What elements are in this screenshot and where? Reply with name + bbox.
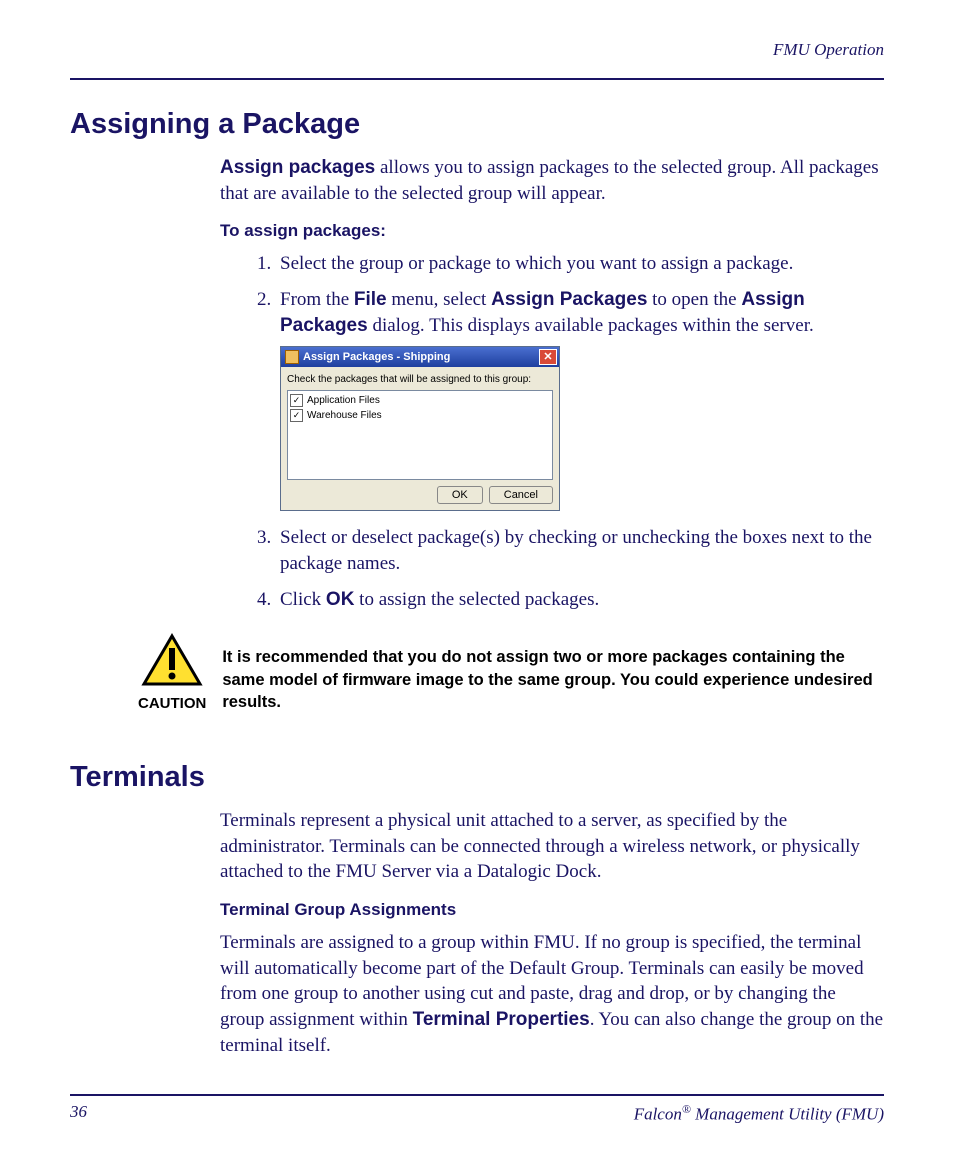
terminals-p1: Terminals represent a physical unit atta… [220, 808, 884, 885]
caution-icon [140, 632, 204, 688]
step-2-file: File [354, 289, 387, 310]
list-item-label: Application Files [307, 394, 380, 408]
list-item[interactable]: ✓ Application Files [290, 393, 550, 409]
checkbox-icon[interactable]: ✓ [290, 394, 303, 407]
step-3: Select or deselect package(s) by checkin… [276, 525, 884, 576]
footer-product: Falcon® Management Utility (FMU) [634, 1102, 884, 1125]
step-2-e: to open the [647, 289, 741, 310]
dialog-package-list: ✓ Application Files ✓ Warehouse Files [287, 390, 553, 480]
terminals-p2: Terminals are assigned to a group within… [220, 930, 884, 1058]
assign-packages-dialog: Assign Packages - Shipping ✕ Check the p… [280, 346, 560, 511]
step-4-ok: OK [326, 589, 355, 610]
subhead-terminal-group: Terminal Group Assignments [220, 899, 884, 922]
step-1: Select the group or package to which you… [276, 251, 884, 277]
header-rule [70, 78, 884, 80]
footer-rule [70, 1094, 884, 1096]
caution-block: CAUTION It is recommended that you do no… [138, 632, 884, 713]
heading-assigning-package: Assigning a Package [70, 108, 884, 141]
footer-product-rest: Management Utility (FMU) [691, 1105, 884, 1124]
caution-label: CAUTION [138, 695, 206, 712]
step-4-a: Click [280, 589, 326, 610]
ok-button[interactable]: OK [437, 486, 483, 505]
dialog-instruction: Check the packages that will be assigned… [287, 373, 553, 387]
dialog-app-icon [285, 350, 299, 364]
heading-terminals: Terminals [70, 761, 884, 794]
step-2-g: dialog. This displays available packages… [368, 315, 814, 336]
dialog-titlebar: Assign Packages - Shipping ✕ [281, 347, 559, 367]
step-4: Click OK to assign the selected packages… [276, 587, 884, 613]
close-icon[interactable]: ✕ [539, 349, 557, 365]
checkbox-icon[interactable]: ✓ [290, 409, 303, 422]
list-item[interactable]: ✓ Warehouse Files [290, 408, 550, 424]
footer: 36 Falcon® Management Utility (FMU) [70, 1094, 884, 1125]
cancel-button[interactable]: Cancel [489, 486, 553, 505]
step-4-c: to assign the selected packages. [354, 589, 599, 610]
dialog-title-text: Assign Packages - Shipping [303, 350, 450, 365]
registered-icon: ® [682, 1102, 691, 1116]
step-2-assign1: Assign Packages [491, 289, 647, 310]
footer-product-name: Falcon [634, 1105, 682, 1124]
list-item-label: Warehouse Files [307, 409, 382, 423]
caution-text: It is recommended that you do not assign… [222, 632, 884, 713]
page-number: 36 [70, 1102, 87, 1125]
step-2: From the File menu, select Assign Packag… [276, 287, 884, 512]
header-section: FMU Operation [70, 40, 884, 60]
terminals-p2-bold: Terminal Properties [413, 1009, 590, 1030]
subhead-to-assign: To assign packages: [220, 220, 884, 243]
step-2-c: menu, select [387, 289, 491, 310]
intro-bold: Assign packages [220, 157, 375, 178]
step-2-a: From the [280, 289, 354, 310]
intro-paragraph: Assign packages allows you to assign pac… [220, 155, 884, 206]
